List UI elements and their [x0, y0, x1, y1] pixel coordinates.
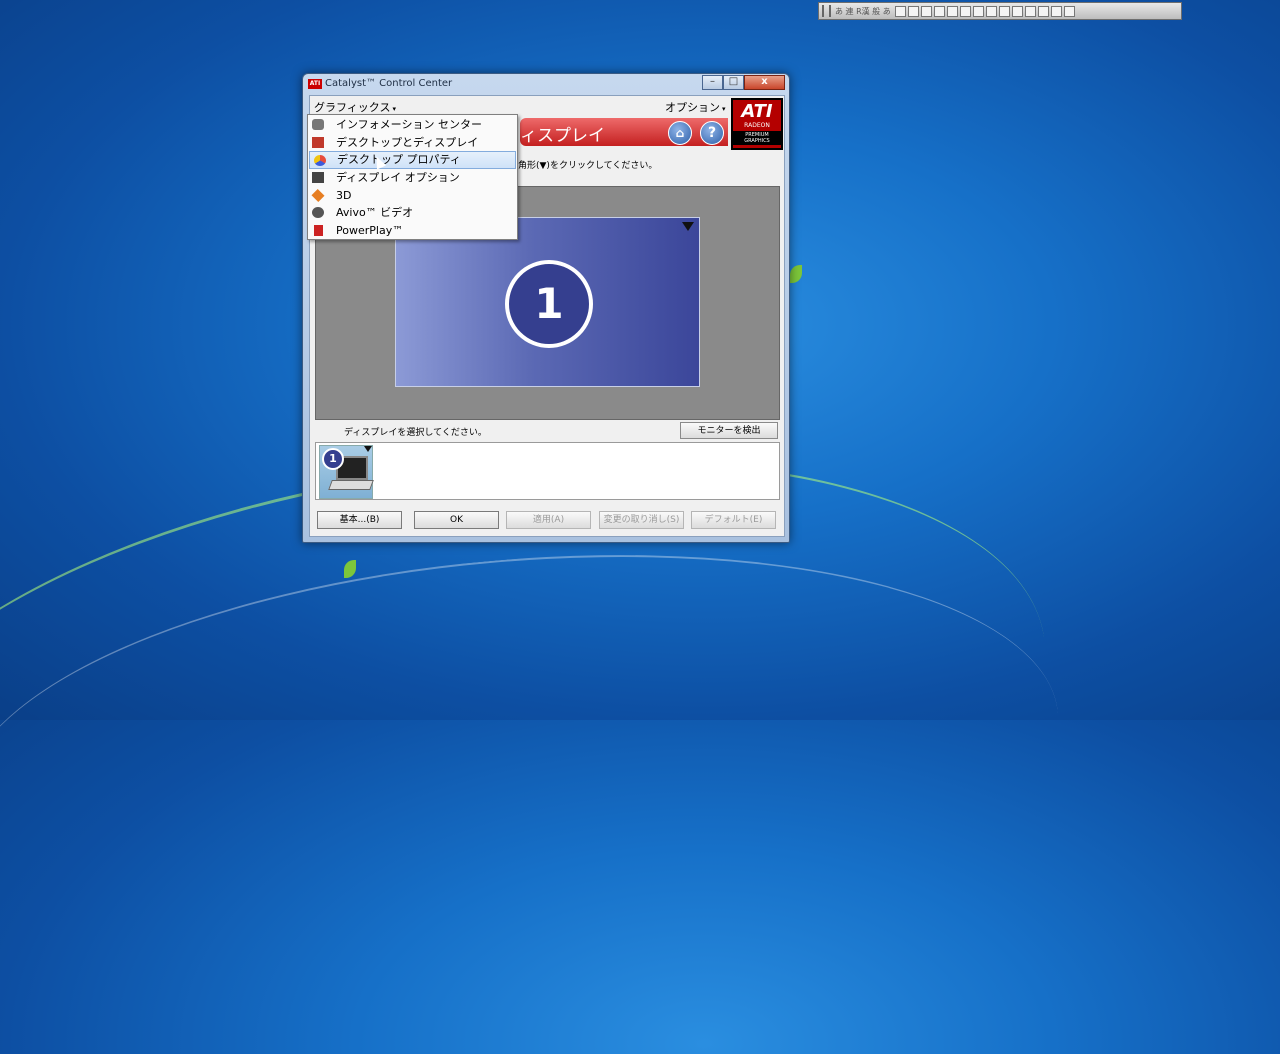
graphics-dropdown-menu: インフォメーション センター デスクトップとディスプレイ デスクトップ プロパテ…: [307, 114, 518, 240]
menu-item-label: ディスプレイ オプション: [336, 171, 460, 185]
minimize-button[interactable]: –: [702, 75, 723, 90]
logo-tag: PREMIUM GRAPHICS: [733, 131, 781, 145]
help-icon[interactable]: ?: [700, 121, 724, 145]
desktop-properties-icon: [314, 155, 326, 167]
page-title: ィスプレイ: [520, 126, 605, 146]
page-banner: ィスプレイ ⌂ ?: [520, 118, 728, 146]
ime-button-icon[interactable]: [1011, 5, 1023, 17]
laptop-base-icon: [328, 480, 374, 490]
apply-button[interactable]: 適用(A): [506, 511, 591, 529]
menu-bar: グラフィックス ▾ オプション ▾: [310, 96, 784, 116]
ime-button-icon[interactable]: [1037, 5, 1049, 17]
ati-radeon-logo: ATI RADEON PREMIUM GRAPHICS: [731, 98, 783, 150]
menu-item-label: インフォメーション センター: [336, 118, 482, 131]
display-thumbnail-list: 1: [315, 442, 780, 500]
basic-button[interactable]: 基本...(B): [317, 511, 402, 529]
ati-app-icon: ATI: [308, 79, 322, 89]
wallpaper-leaf: [790, 265, 802, 283]
menu-item-powerplay[interactable]: PowerPlay™: [308, 222, 517, 240]
options-menu-button[interactable]: オプション ▾: [662, 98, 729, 116]
maximize-button[interactable]: □: [723, 75, 744, 90]
ime-button-icon[interactable]: [1050, 5, 1062, 17]
desktops-displays-icon: [312, 136, 324, 148]
menu-item-desktop-properties[interactable]: デスクトップ プロパティ: [309, 151, 516, 170]
ime-button-icon[interactable]: [1063, 5, 1075, 17]
menu-item-label: Avivo™ ビデオ: [336, 206, 414, 220]
language-bar: あ 連 R漢 般 あ: [818, 2, 1182, 20]
menu-item-label: PowerPlay™: [336, 224, 404, 238]
display-menu-arrow-icon[interactable]: [682, 222, 694, 231]
menu-item-label: 3D: [336, 188, 352, 202]
ime-button-icon[interactable]: [998, 5, 1010, 17]
window-title: Catalyst™ Control Center: [325, 78, 453, 89]
ime-button-icon[interactable]: [946, 5, 958, 17]
display-1-thumbnail[interactable]: 1: [319, 445, 374, 499]
display-number-badge: 1: [505, 260, 593, 348]
options-menu-label: オプション: [665, 101, 720, 114]
ime-button-icon[interactable]: [1024, 5, 1036, 17]
select-display-label: ディスプレイを選択してください。: [344, 428, 487, 438]
ime-button-icon[interactable]: [920, 5, 932, 17]
menu-item-label: デスクトップ プロパティ: [337, 153, 461, 167]
menu-item-3d[interactable]: 3D: [308, 187, 517, 205]
title-bar[interactable]: ATI Catalyst™ Control Center – □ x: [303, 74, 789, 94]
chevron-down-icon: ▾: [392, 105, 396, 113]
menu-item-display-options[interactable]: ディスプレイ オプション: [308, 169, 517, 187]
graphics-menu-label: グラフィックス: [314, 101, 391, 114]
ime-button-icon[interactable]: [959, 5, 971, 17]
default-button[interactable]: デフォルト(E): [691, 511, 776, 529]
ime-mode-text[interactable]: あ 連 R漢 般 あ: [833, 6, 893, 17]
ime-button-icon[interactable]: [894, 5, 906, 17]
thumbnail-menu-arrow-icon[interactable]: [364, 446, 372, 452]
display-options-icon: [312, 172, 324, 184]
close-button[interactable]: x: [744, 75, 785, 90]
thumbnail-number-badge: 1: [322, 448, 344, 470]
info-center-icon: [312, 119, 324, 130]
home-icon[interactable]: ⌂: [668, 121, 692, 145]
menu-item-avivo-video[interactable]: Avivo™ ビデオ: [308, 204, 517, 222]
logo-sub: RADEON: [744, 122, 770, 129]
powerplay-icon: [314, 225, 323, 237]
ime-button-icon[interactable]: [985, 5, 997, 17]
chevron-down-icon: ▾: [722, 105, 726, 113]
menu-item-label: デスクトップとディスプレイ: [336, 135, 479, 149]
detect-monitor-button[interactable]: モニターを検出: [680, 422, 778, 439]
ime-button-icon[interactable]: [933, 5, 945, 17]
logo-brand: ATI: [741, 101, 773, 122]
ime-button-icon[interactable]: [907, 5, 919, 17]
grip-handle[interactable]: [822, 5, 831, 17]
instruction-text: 角形(▼)をクリックしてください。: [518, 161, 658, 171]
menu-item-desktops-displays[interactable]: デスクトップとディスプレイ: [308, 134, 517, 152]
menu-item-information-center[interactable]: インフォメーション センター: [308, 116, 517, 134]
avivo-video-icon: [312, 207, 324, 219]
3d-icon: [311, 188, 325, 202]
ime-button-icon[interactable]: [972, 5, 984, 17]
display-1-preview[interactable]: 1: [395, 217, 700, 387]
discard-changes-button[interactable]: 変更の取り消し(S): [599, 511, 684, 529]
ok-button[interactable]: OK: [414, 511, 499, 529]
